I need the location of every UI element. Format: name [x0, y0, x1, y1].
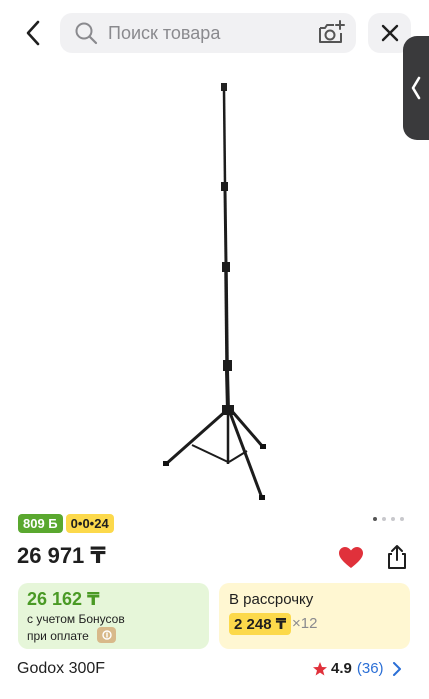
gallery-dot	[400, 517, 404, 521]
top-bar	[0, 0, 429, 66]
camera-icon[interactable]	[316, 19, 346, 47]
installment-card[interactable]: В рассрочку 2 248 ₸ ×12	[219, 583, 410, 649]
product-image[interactable]	[0, 66, 429, 506]
back-arrow-icon	[26, 20, 40, 46]
bonus-coin-icon	[97, 627, 116, 643]
search-box[interactable]	[60, 13, 356, 53]
product-name: Godox 300F	[17, 660, 106, 677]
bonus-caption-line2: при оплате	[27, 629, 89, 643]
review-count: (36)	[356, 660, 384, 677]
search-input[interactable]	[108, 22, 298, 44]
gallery-dot	[391, 517, 395, 521]
bonus-caption-line1: с учетом Бонусов	[27, 612, 125, 626]
bonus-price: 26 162 ₸	[27, 589, 100, 609]
installment-title: В рассрочку	[229, 591, 314, 608]
gallery-indicator	[373, 517, 404, 521]
installment-amount: 2 248 ₸	[229, 613, 292, 635]
heart-icon[interactable]	[338, 546, 364, 570]
gallery-dot	[373, 517, 377, 521]
back-button[interactable]	[18, 18, 48, 48]
rating-link[interactable]: 4.9 (36)	[312, 660, 402, 677]
installment-badge: 0•0•24	[65, 514, 114, 533]
promo-badges: 809 Б 0•0•24	[18, 514, 114, 533]
star-icon	[313, 661, 327, 675]
bonus-badge: 809 Б	[18, 514, 63, 533]
product-price: 26 971 ₸	[17, 543, 106, 568]
rating-value: 4.9	[331, 660, 352, 677]
chevron-right-icon	[392, 661, 401, 676]
gallery-dot	[382, 517, 386, 521]
close-icon	[381, 24, 398, 42]
share-icon[interactable]	[385, 544, 409, 570]
bonus-price-card[interactable]: 26 162 ₸ с учетом Бонусов при оплате	[18, 583, 209, 649]
installment-months: ×12	[292, 615, 318, 632]
search-icon	[75, 22, 98, 45]
